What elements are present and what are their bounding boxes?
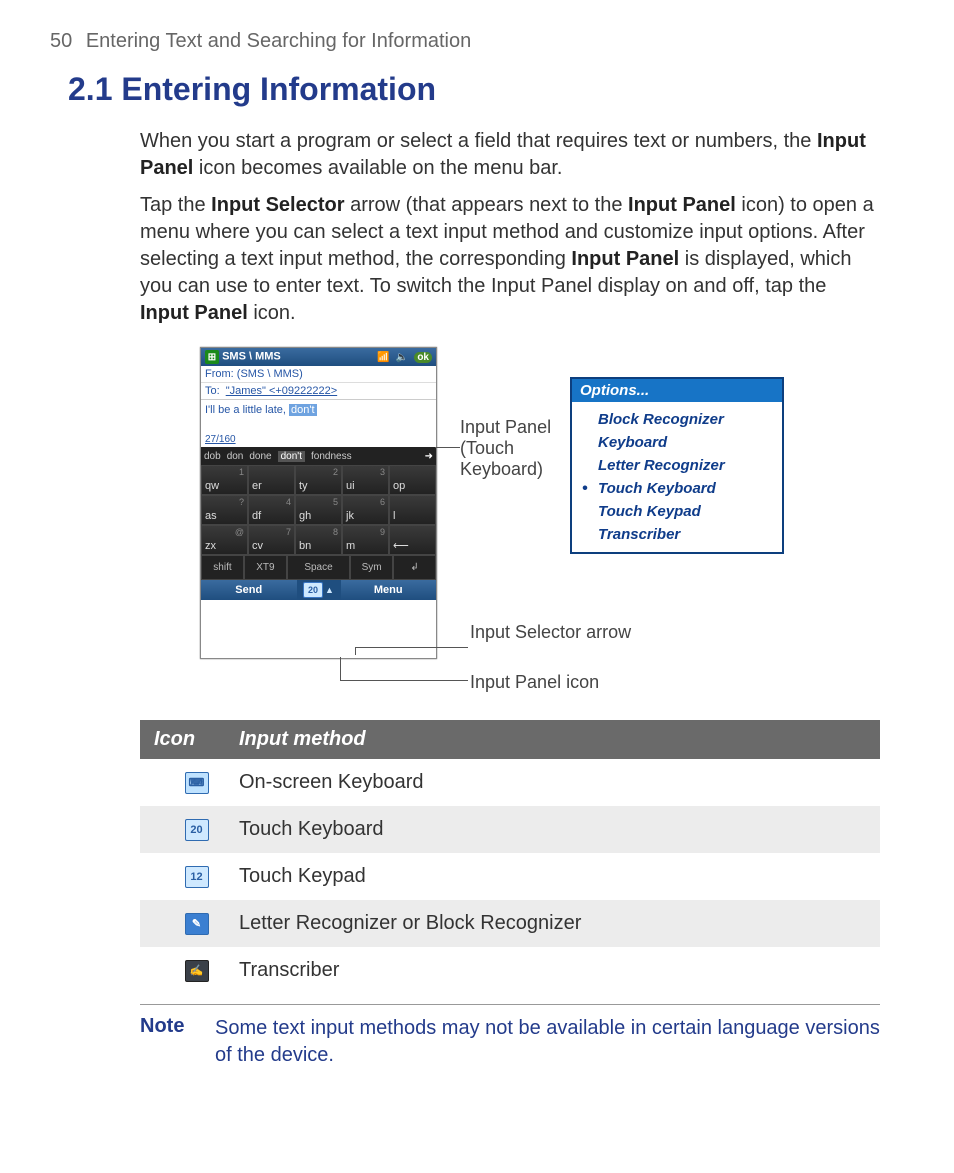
table-row: 20 Touch Keyboard xyxy=(140,806,880,853)
option-item[interactable]: Letter Recognizer xyxy=(572,454,782,477)
kbd-row-3: zx@ cv7 bn8 m9 ⟵ xyxy=(201,525,436,555)
figure: ⊞ SMS \ MMS 📶 🔈 ok From: (SMS \ MMS) To:… xyxy=(160,347,880,702)
options-menu[interactable]: Options... Block Recognizer Keyboard Let… xyxy=(570,377,784,554)
transcriber-icon: ✍ xyxy=(185,960,209,982)
paragraph-2: Tap the Input Selector arrow (that appea… xyxy=(140,192,880,327)
touch-keyboard-icon: 20 xyxy=(185,819,209,841)
key-enter[interactable]: ↲ xyxy=(393,555,436,580)
input-selector-arrow-icon[interactable]: ▲ xyxy=(325,585,334,595)
input-method-table: Icon Input method ⌨ On-screen Keyboard 2… xyxy=(140,720,880,994)
key[interactable]: op xyxy=(389,465,436,495)
callout-panel-icon: Input Panel icon xyxy=(470,672,599,693)
key[interactable]: er xyxy=(248,465,295,495)
option-item[interactable]: Keyboard xyxy=(572,431,782,454)
message-body[interactable]: I'll be a little late, don't xyxy=(201,400,436,434)
key[interactable]: cv7 xyxy=(248,525,295,555)
th-icon: Icon xyxy=(154,728,239,751)
ok-button[interactable]: ok xyxy=(414,352,432,363)
row-label: Touch Keypad xyxy=(239,865,366,888)
key-backspace[interactable]: ⟵ xyxy=(389,525,436,555)
row-label: On-screen Keyboard xyxy=(239,771,424,794)
windows-icon: ⊞ xyxy=(205,350,219,364)
status-icons: 📶 🔈 ok xyxy=(374,351,432,363)
phone-title: SMS \ MMS xyxy=(222,351,281,363)
key[interactable]: df4 xyxy=(248,495,295,525)
note-text: Some text input methods may not be avail… xyxy=(215,1015,880,1069)
key-sym[interactable]: Sym xyxy=(350,555,393,580)
key[interactable]: qw1 xyxy=(201,465,248,495)
key[interactable]: jk6 xyxy=(342,495,389,525)
soft-menu: Send 20 ▲ Menu xyxy=(201,580,436,600)
callout-selector-arrow: Input Selector arrow xyxy=(470,622,631,643)
key[interactable]: ui3 xyxy=(342,465,389,495)
th-method: Input method xyxy=(239,728,366,751)
volume-icon: 🔈 xyxy=(396,352,408,363)
option-item[interactable]: Block Recognizer xyxy=(572,408,782,431)
suggest-arrow-icon[interactable]: ➜ xyxy=(425,451,433,462)
from-row: From: (SMS \ MMS) xyxy=(201,366,436,383)
menu-menu[interactable]: Menu xyxy=(341,580,437,600)
kbd-row-1: qw1 er ty2 ui3 op xyxy=(201,465,436,495)
chapter-title: Entering Text and Searching for Informat… xyxy=(86,30,471,52)
note-label: Note xyxy=(140,1015,195,1069)
callout-line xyxy=(355,647,356,655)
callout-line xyxy=(340,657,341,680)
page-header: 50 Entering Text and Searching for Infor… xyxy=(50,30,804,53)
signal-icon: 📶 xyxy=(377,352,389,363)
recognizer-icon: ✎ xyxy=(185,913,209,935)
key[interactable]: bn8 xyxy=(295,525,342,555)
options-header[interactable]: Options... xyxy=(572,379,782,402)
table-row: ⌨ On-screen Keyboard xyxy=(140,759,880,806)
callout-line xyxy=(340,680,468,681)
key-shift[interactable]: shift xyxy=(201,555,244,580)
page-number: 50 xyxy=(50,30,72,52)
callout-line xyxy=(435,447,460,448)
callout-line xyxy=(355,647,468,648)
callout-input-panel: Input Panel (Touch Keyboard) xyxy=(460,417,580,480)
options-list: Block Recognizer Keyboard Letter Recogni… xyxy=(572,408,782,546)
table-row: ✎ Letter Recognizer or Block Recognizer xyxy=(140,900,880,947)
section-heading: 2.1 Entering Information xyxy=(68,71,804,108)
key[interactable]: ty2 xyxy=(295,465,342,495)
input-panel-icon[interactable]: 20 ▲ xyxy=(297,580,341,600)
phone-screenshot: ⊞ SMS \ MMS 📶 🔈 ok From: (SMS \ MMS) To:… xyxy=(200,347,437,659)
to-row: To: "James" <+09222222> xyxy=(201,383,436,400)
separator xyxy=(140,1004,880,1005)
note: Note Some text input methods may not be … xyxy=(140,1015,880,1069)
touch-keypad-icon: 12 xyxy=(185,866,209,888)
touch-keyboard[interactable]: qw1 er ty2 ui3 op as? df4 gh5 jk6 l zx@ … xyxy=(201,465,436,580)
option-item-selected[interactable]: Touch Keyboard xyxy=(572,477,782,500)
char-count: 27/160 xyxy=(201,434,436,447)
kbd-row-4: shift XT9 Space Sym ↲ xyxy=(201,555,436,580)
key-xt9[interactable]: XT9 xyxy=(244,555,287,580)
key-space[interactable]: Space xyxy=(287,555,350,580)
row-label: Transcriber xyxy=(239,959,339,982)
row-label: Touch Keyboard xyxy=(239,818,384,841)
option-item[interactable]: Touch Keypad xyxy=(572,500,782,523)
key[interactable]: l xyxy=(389,495,436,525)
key[interactable]: as? xyxy=(201,495,248,525)
key[interactable]: zx@ xyxy=(201,525,248,555)
kbd-row-2: as? df4 gh5 jk6 l xyxy=(201,495,436,525)
menu-send[interactable]: Send xyxy=(201,580,297,600)
table-header: Icon Input method xyxy=(140,720,880,759)
key[interactable]: m9 xyxy=(342,525,389,555)
key[interactable]: gh5 xyxy=(295,495,342,525)
suggestion-bar[interactable]: dob don done don't fondness ➜ xyxy=(201,447,436,465)
table-row: 12 Touch Keypad xyxy=(140,853,880,900)
phone-title-bar: ⊞ SMS \ MMS 📶 🔈 ok xyxy=(201,348,436,366)
row-label: Letter Recognizer or Block Recognizer xyxy=(239,912,581,935)
table-row: ✍ Transcriber xyxy=(140,947,880,994)
paragraph-1: When you start a program or select a fie… xyxy=(140,128,880,182)
option-item[interactable]: Transcriber xyxy=(572,523,782,546)
onscreen-keyboard-icon: ⌨ xyxy=(185,772,209,794)
